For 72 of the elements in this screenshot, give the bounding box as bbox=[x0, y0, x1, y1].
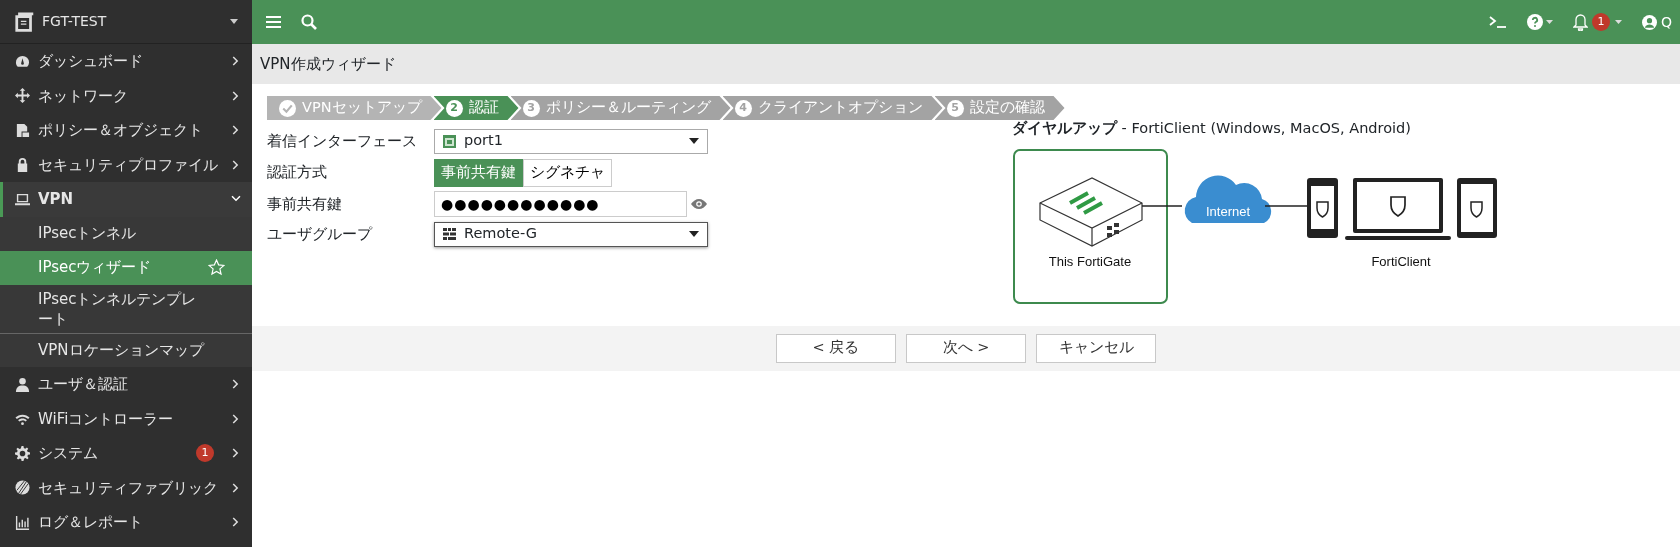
sidebar-item[interactable]: セキュリティプロファイル bbox=[0, 147, 252, 182]
notification-badge: 1 bbox=[196, 444, 214, 463]
chart-icon bbox=[15, 514, 30, 530]
sidebar-item[interactable]: システム 1 bbox=[0, 436, 252, 471]
laptop-icon bbox=[15, 191, 30, 207]
wizard-button[interactable]: < 戻る bbox=[776, 333, 896, 363]
caret-icon[interactable] bbox=[230, 19, 238, 24]
help-icon[interactable] bbox=[1526, 14, 1543, 30]
policy-icon bbox=[15, 122, 30, 138]
sidebar-item[interactable]: ダッシュボード bbox=[0, 44, 252, 79]
wizard-button[interactable]: キャンセル bbox=[1036, 333, 1156, 363]
connection-line bbox=[1141, 205, 1183, 207]
sidebar-item[interactable]: セキュリティファブリック bbox=[0, 470, 252, 505]
port-icon bbox=[443, 134, 456, 148]
user-group-select[interactable]: Remote-G bbox=[434, 221, 708, 247]
page-title: VPN作成ウィザード bbox=[260, 53, 396, 75]
wizard-step: VPNセットアップ bbox=[267, 96, 442, 120]
device-label: FortiClient bbox=[1371, 253, 1431, 269]
connection-line bbox=[1264, 205, 1308, 207]
field-label: ユーザグループ bbox=[267, 223, 374, 245]
tablet-drawing bbox=[1457, 177, 1497, 238]
field-label: 着信インターフェース bbox=[267, 130, 418, 152]
cloud-label: Internet bbox=[1205, 203, 1251, 219]
toggle-option[interactable]: 事前共有鍵 bbox=[434, 158, 523, 187]
sidebar-item[interactable]: ネットワーク bbox=[0, 78, 252, 113]
lock-icon bbox=[15, 157, 30, 173]
device-name: FGT-TEST bbox=[42, 12, 108, 31]
bell-icon[interactable] bbox=[1573, 13, 1589, 31]
wizard-step: 4 クライアントオプション bbox=[722, 96, 943, 120]
interface-select[interactable]: port1 bbox=[434, 128, 708, 154]
wizard-step: 2 認証 bbox=[433, 96, 519, 120]
sidebar-item[interactable]: WiFiコントローラー bbox=[0, 401, 252, 436]
sidebar-item[interactable]: ユーザ＆認証 bbox=[0, 367, 252, 402]
sidebar-item[interactable]: ポリシー＆オブジェクト bbox=[0, 113, 252, 148]
step-number: 2 bbox=[445, 99, 463, 117]
check-icon bbox=[279, 99, 296, 117]
sidebar-subitem[interactable]: IPsecトンネルテンプレート bbox=[0, 284, 252, 333]
phone-drawing bbox=[1307, 177, 1338, 238]
toggle-option[interactable]: シグネチャ bbox=[523, 158, 612, 187]
notification-badge: 1 bbox=[1591, 13, 1610, 31]
device-label: This FortiGate bbox=[1048, 253, 1132, 269]
user-icon bbox=[15, 376, 30, 392]
diagram-title: ダイヤルアップ - FortiClient (Windows, MacOS, Android) bbox=[1012, 119, 1412, 138]
search-icon[interactable] bbox=[301, 14, 317, 30]
sidebar-item[interactable]: ログ＆レポート bbox=[0, 505, 252, 540]
field-label: 事前共有鍵 bbox=[267, 193, 343, 215]
device-icon bbox=[14, 10, 36, 33]
gear-icon bbox=[15, 445, 30, 461]
fabric-icon bbox=[15, 480, 30, 496]
wizard-step: 3 ポリシー＆ルーティング bbox=[510, 96, 731, 120]
sidebar-subitem[interactable]: IPsecウィザード bbox=[0, 250, 252, 285]
wizard-step: 5 設定の確認 bbox=[934, 96, 1065, 120]
move-icon bbox=[15, 88, 30, 104]
step-number: 3 bbox=[522, 99, 540, 117]
caret-icon bbox=[689, 231, 699, 237]
caret-icon bbox=[689, 138, 699, 144]
terminal-icon[interactable] bbox=[1488, 16, 1507, 28]
sidebar-subitem[interactable]: IPsecトンネル bbox=[0, 216, 252, 251]
eye-icon[interactable] bbox=[690, 199, 707, 209]
wizard-button[interactable]: 次へ > bbox=[906, 333, 1026, 363]
step-number: 4 bbox=[734, 99, 752, 117]
group-icon bbox=[443, 228, 456, 240]
sidebar-item[interactable]: VPN bbox=[0, 182, 252, 217]
step-number: 5 bbox=[946, 99, 964, 117]
user-name[interactable]: Q bbox=[1660, 11, 1672, 33]
user-icon[interactable] bbox=[1642, 14, 1658, 30]
star-icon[interactable] bbox=[208, 259, 225, 276]
field-label: 認証方式 bbox=[267, 162, 328, 184]
gauge-icon bbox=[15, 53, 30, 69]
password-field[interactable]: ●●●●●●●●●●●● bbox=[434, 191, 687, 217]
sidebar-subitem[interactable]: VPNロケーションマップ bbox=[0, 333, 252, 367]
menu-icon[interactable] bbox=[266, 15, 281, 29]
